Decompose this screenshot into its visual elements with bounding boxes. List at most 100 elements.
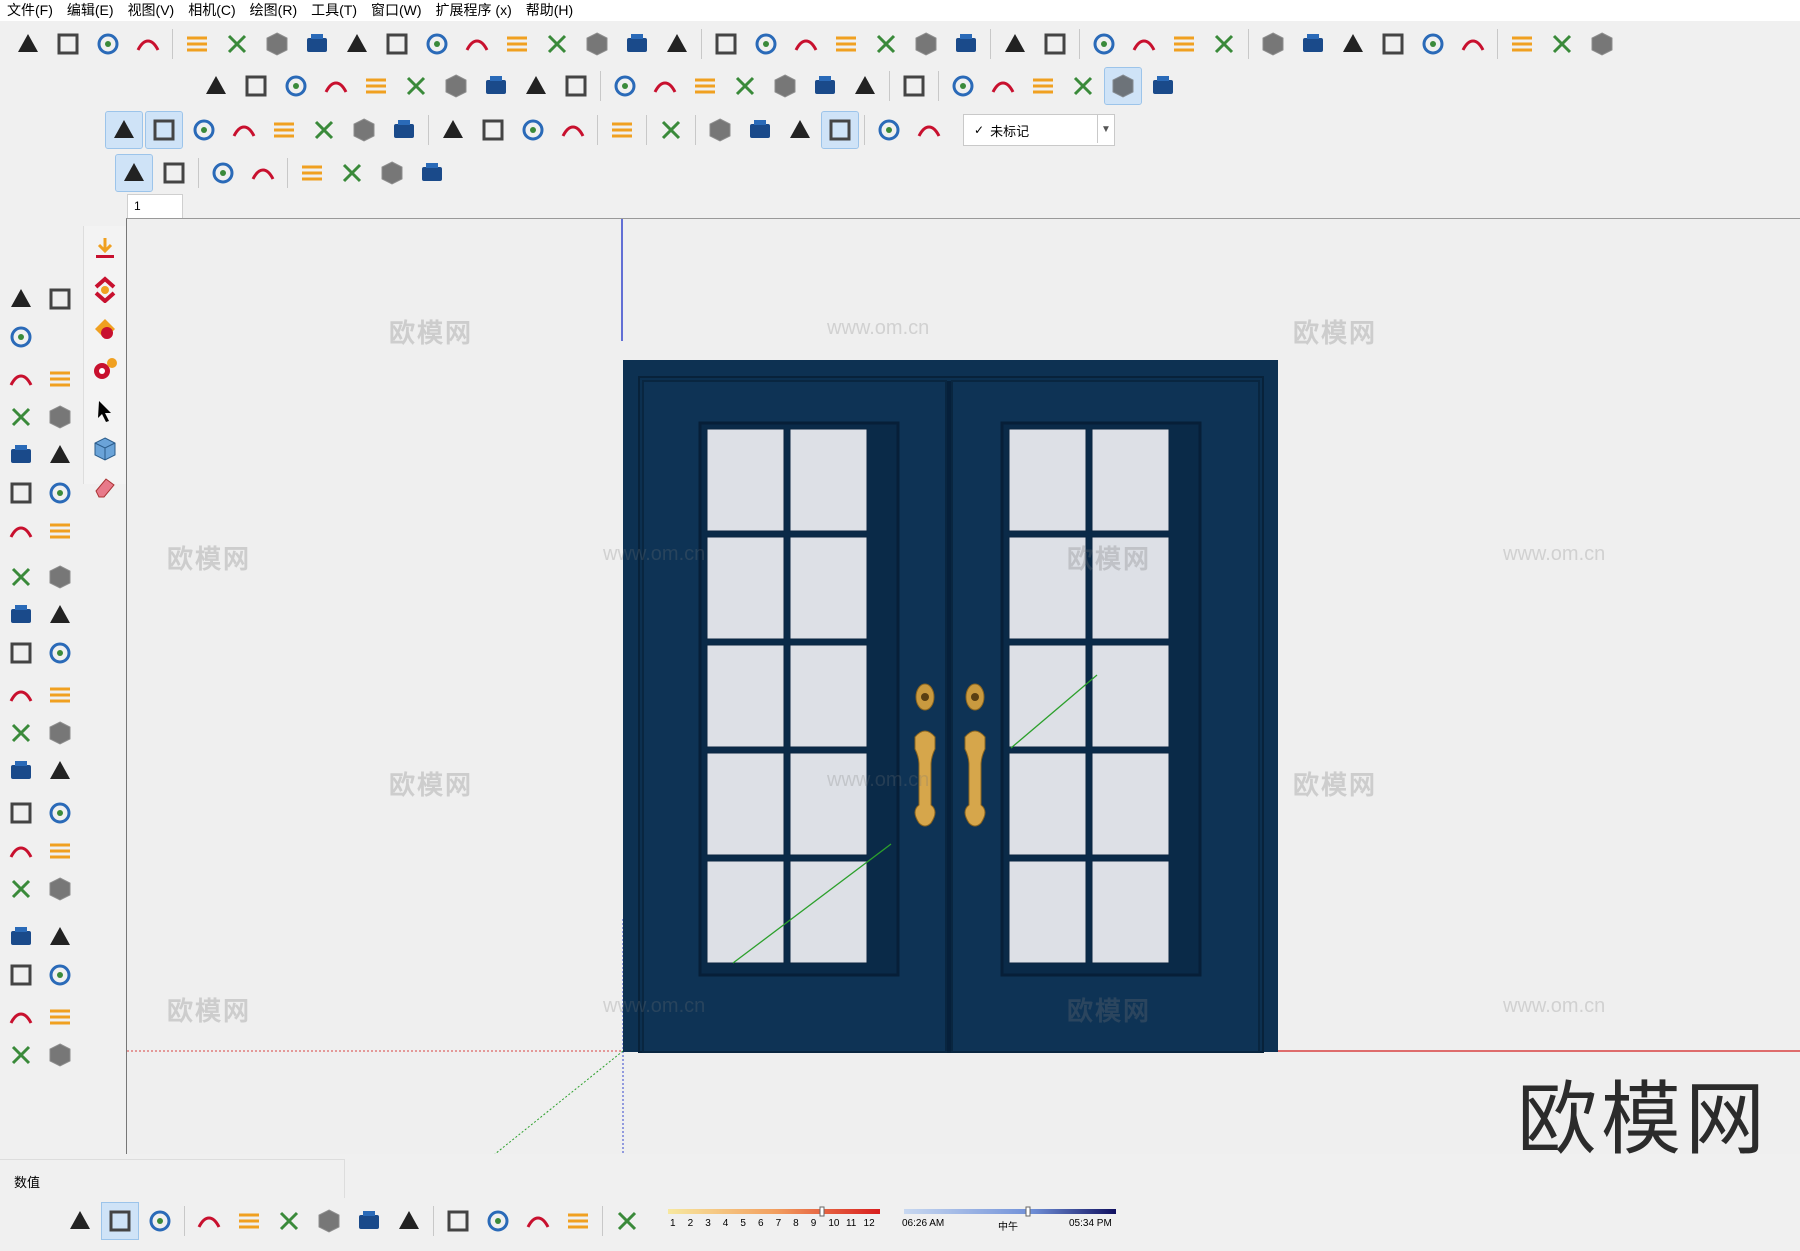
tag-selector[interactable]: ✓ 未标记 ▼	[963, 114, 1115, 146]
add-detail-icon[interactable]	[219, 26, 255, 62]
circle-icon[interactable]	[4, 438, 38, 472]
cut-icon[interactable]	[518, 68, 554, 104]
chat-icon[interactable]	[440, 1203, 476, 1239]
box-icon[interactable]	[358, 68, 394, 104]
chevron-down-icon[interactable]: ▼	[1097, 115, 1114, 143]
window-refresh-icon[interactable]	[647, 68, 683, 104]
round-corner-icon[interactable]	[579, 26, 615, 62]
house-icon[interactable]	[1455, 26, 1491, 62]
info-icon[interactable]	[480, 1203, 516, 1239]
ruler-icon[interactable]	[198, 68, 234, 104]
layer-blue-icon[interactable]	[896, 68, 932, 104]
window-icon[interactable]	[607, 68, 643, 104]
brush-icon[interactable]	[1037, 26, 1073, 62]
polygon-icon[interactable]	[43, 438, 77, 472]
menu-4[interactable]: 绘图(R)	[243, 0, 304, 21]
select-icon[interactable]	[4, 282, 38, 316]
cube-wire-icon[interactable]	[985, 68, 1021, 104]
spotlight-icon[interactable]	[475, 112, 511, 148]
film-icon[interactable]	[306, 112, 342, 148]
zoom-extents-icon[interactable]	[4, 872, 38, 906]
zoom-icon[interactable]	[4, 834, 38, 868]
checkbox-icon[interactable]	[1206, 26, 1242, 62]
component-icon[interactable]	[1295, 26, 1331, 62]
orbit-icon[interactable]	[4, 796, 38, 830]
house-outline-icon[interactable]	[1504, 26, 1540, 62]
shell-icon[interactable]	[499, 26, 535, 62]
menu-3[interactable]: 相机(C)	[181, 0, 242, 21]
cube-shaded-icon[interactable]	[1065, 68, 1101, 104]
push-pull-icon[interactable]	[43, 560, 77, 594]
chart-icon[interactable]	[271, 1203, 307, 1239]
cart-icon[interactable]	[520, 1203, 556, 1239]
tape-measure-icon[interactable]	[4, 678, 38, 712]
cloud-list-icon[interactable]	[245, 155, 281, 191]
mirror-icon[interactable]	[868, 26, 904, 62]
import-icon[interactable]	[1166, 26, 1202, 62]
spiral-icon[interactable]	[379, 26, 415, 62]
bezier-icon[interactable]	[339, 26, 375, 62]
play-icon[interactable]	[105, 111, 143, 149]
record-icon[interactable]	[186, 112, 222, 148]
cloud-upload-icon[interactable]	[351, 1203, 387, 1239]
swap-icon[interactable]	[142, 1203, 178, 1239]
menu-1[interactable]: 编辑(E)	[60, 0, 121, 21]
cloud-icon[interactable]	[1255, 26, 1291, 62]
position-camera-icon[interactable]	[4, 920, 38, 954]
settings-gears-icon[interactable]	[88, 352, 122, 386]
extension-icon[interactable]	[43, 1000, 77, 1034]
camera-video-icon[interactable]	[742, 112, 778, 148]
box-arrow-icon[interactable]	[911, 112, 947, 148]
component-icon[interactable]	[88, 432, 122, 466]
solar-north-icon[interactable]	[748, 26, 784, 62]
stairs-icon[interactable]	[619, 26, 655, 62]
extrude-edges-icon[interactable]	[459, 26, 495, 62]
storefront-icon[interactable]	[1544, 26, 1580, 62]
joint-push-pull-icon[interactable]	[539, 26, 575, 62]
stop-icon[interactable]	[226, 112, 262, 148]
cylinder-icon[interactable]	[398, 68, 434, 104]
panel-icon[interactable]	[438, 68, 474, 104]
rotate-icon[interactable]	[4, 598, 38, 632]
3d-text-icon[interactable]	[43, 754, 77, 788]
cloud-link-icon[interactable]	[156, 155, 192, 191]
clock-eye-icon[interactable]	[821, 111, 859, 149]
offset-icon[interactable]	[788, 26, 824, 62]
checker-icon[interactable]	[311, 1203, 347, 1239]
follow-me-icon[interactable]	[708, 26, 744, 62]
layer-stack2-icon[interactable]	[727, 68, 763, 104]
smoove-icon[interactable]	[90, 26, 126, 62]
render-frame-icon[interactable]	[346, 112, 382, 148]
pin-icon[interactable]	[653, 112, 689, 148]
bridge-icon[interactable]	[659, 26, 695, 62]
axes-icon[interactable]	[4, 754, 38, 788]
chevron-swap-icon[interactable]	[88, 272, 122, 306]
scene-tab-1[interactable]: 1	[127, 194, 183, 218]
menu-5[interactable]: 工具(T)	[304, 0, 364, 21]
stamp-icon[interactable]	[130, 26, 166, 62]
render-settings-icon[interactable]	[1126, 26, 1162, 62]
import-arrow-icon[interactable]	[88, 232, 122, 266]
wave-icon[interactable]	[558, 68, 594, 104]
cloud-sync-icon[interactable]	[205, 155, 241, 191]
rectangle-icon[interactable]	[4, 400, 38, 434]
block-icon[interactable]	[948, 26, 984, 62]
move-icon[interactable]	[4, 560, 38, 594]
warehouse-icon[interactable]	[4, 1000, 38, 1034]
gear-icon[interactable]	[391, 1203, 427, 1239]
credits-icon[interactable]	[101, 1202, 139, 1240]
refresh-circle-icon[interactable]	[374, 155, 410, 191]
resize-icon[interactable]	[294, 155, 330, 191]
add-icon[interactable]	[191, 1203, 227, 1239]
eraser-icon[interactable]	[609, 1203, 645, 1239]
protractor-icon[interactable]	[4, 716, 38, 750]
line-icon[interactable]	[515, 112, 551, 148]
sandbox-from-contours-icon[interactable]	[10, 26, 46, 62]
sun-dot-icon[interactable]	[435, 112, 471, 148]
curve-tool-icon[interactable]	[299, 26, 335, 62]
arrow-icon[interactable]	[478, 68, 514, 104]
walk-icon[interactable]	[4, 958, 38, 992]
rotated-rect-icon[interactable]	[43, 400, 77, 434]
extension-settings-icon[interactable]	[43, 1038, 77, 1072]
pencil-icon[interactable]	[4, 362, 38, 396]
